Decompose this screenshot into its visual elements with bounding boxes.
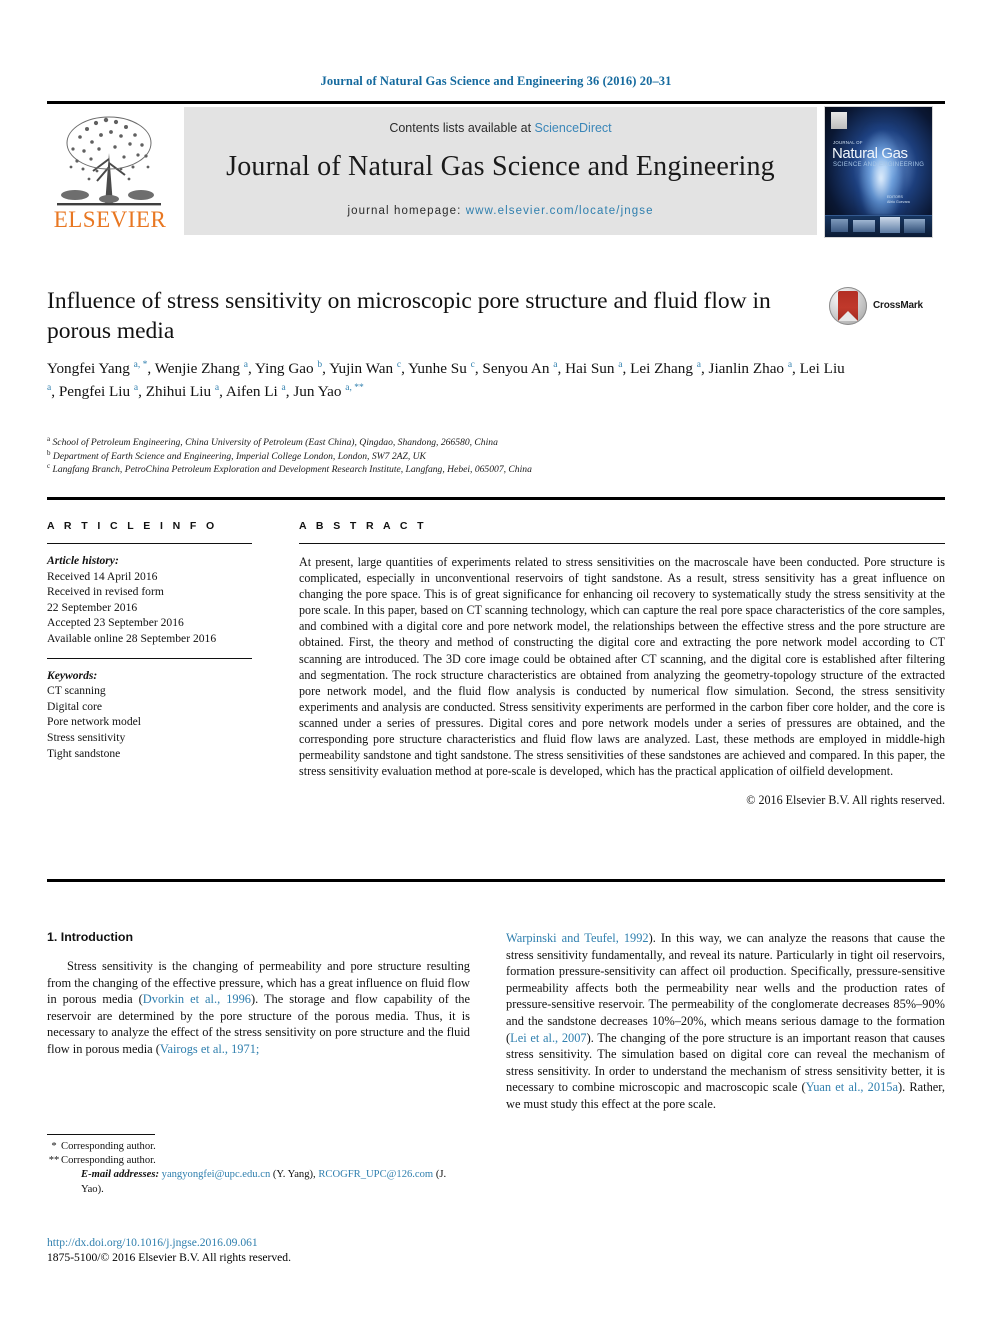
double-asterisk-icon: ** xyxy=(48,1155,60,1167)
title-block: Influence of stress sensitivity on micro… xyxy=(47,286,827,346)
affiliation-item: b Department of Earth Science and Engine… xyxy=(47,448,426,462)
corresponding-author-note-1: * Corresponding author. xyxy=(47,1140,470,1154)
asterisk-icon: * xyxy=(51,1141,57,1152)
abstract-top-rule xyxy=(47,497,945,500)
email-link-2[interactable]: RCOGFR_UPC@126.com xyxy=(318,1169,433,1180)
history-item: Received 14 April 2016 xyxy=(47,569,158,583)
contents-available-line: Contents lists available at ScienceDirec… xyxy=(184,121,817,135)
citation-link[interactable]: Yuan et al., 2015a xyxy=(806,1080,898,1094)
history-item: Accepted 23 September 2016 xyxy=(47,616,184,630)
sciencedirect-link[interactable]: ScienceDirect xyxy=(535,121,612,135)
body-column-right: Warpinski and Teufel, 1992). In this way… xyxy=(506,930,945,1113)
citation-link[interactable]: Warpinski and Teufel, 1992 xyxy=(506,931,649,945)
cover-photo-3 xyxy=(880,217,900,233)
keyword-item: Pore network model xyxy=(47,715,142,729)
keyword-item: CT scanning xyxy=(47,684,106,698)
keywords-label: Keywords: xyxy=(47,668,98,682)
cover-elsevier-mark xyxy=(831,112,847,129)
running-head: Journal of Natural Gas Science and Engin… xyxy=(320,74,672,88)
abstract-text: At present, large quantities of experime… xyxy=(299,555,945,779)
email-addresses-label: E-mail addresses: xyxy=(81,1169,159,1181)
abstract-bottom-rule xyxy=(47,879,945,882)
elsevier-tree-icon xyxy=(57,116,161,206)
affiliation-list: a School of Petroleum Engineering, China… xyxy=(47,434,847,477)
masthead-band: Contents lists available at ScienceDirec… xyxy=(184,107,817,235)
affiliation-marker: c xyxy=(47,461,51,470)
keyword-item: Tight sandstone xyxy=(47,746,121,760)
cover-title: Natural Gas xyxy=(832,145,908,162)
crossmark-badge-group[interactable]: CrossMark xyxy=(829,287,925,327)
crossmark-label: CrossMark xyxy=(873,300,923,311)
introduction-heading: 1. Introduction xyxy=(47,930,134,944)
cover-subtitle: SCIENCE AND ENGINEERING xyxy=(833,162,925,168)
affiliation-item: a School of Petroleum Engineering, China… xyxy=(47,434,498,448)
abstract-heading: A B S T R A C T xyxy=(299,520,427,532)
affiliation-marker: a xyxy=(47,434,51,443)
affiliation-marker: b xyxy=(47,448,51,457)
elsevier-wordmark: ELSEVIER xyxy=(53,207,167,232)
article-page: Journal of Natural Gas Science and Engin… xyxy=(0,0,992,1323)
masthead-top-rule xyxy=(47,101,945,104)
history-item: Available online 28 September 2016 xyxy=(47,631,217,645)
article-info-column: A R T I C L E I N F O Article history: R… xyxy=(47,520,252,761)
footnote-rule xyxy=(47,1134,155,1135)
abstract-column: A B S T R A C T At present, large quanti… xyxy=(299,520,945,808)
article-history-block: Article history: Received 14 April 2016 … xyxy=(47,553,252,647)
corresponding-author-note-2: ** Corresponding author. xyxy=(47,1154,470,1168)
article-info-heading: A R T I C L E I N F O xyxy=(47,520,218,532)
author-list: Yongfei Yang a, *, Wenjie Zhang a, Ying … xyxy=(47,359,845,400)
email-owner-1: (Y. Yang), xyxy=(272,1169,316,1181)
homepage-url-link[interactable]: www.elsevier.com/locate/jngse xyxy=(466,205,654,217)
keywords-rule xyxy=(47,657,252,659)
abstract-copyright: © 2016 Elsevier B.V. All rights reserved… xyxy=(746,793,945,808)
footnote-block: * Corresponding author. ** Corresponding a… xyxy=(47,1140,470,1197)
introduction-paragraph-right: Warpinski and Teufel, 1992). In this way… xyxy=(506,931,945,1111)
history-item: Received in revised form xyxy=(47,585,164,599)
page-title: Influence of stress sensitivity on micro… xyxy=(47,288,771,344)
citation-link[interactable]: Dvorkin et al., 1996 xyxy=(143,992,251,1006)
journal-cover-thumbnail: JOURNAL OF Natural Gas SCIENCE AND ENGIN… xyxy=(824,106,933,238)
keyword-item: Stress sensitivity xyxy=(47,730,126,744)
article-info-rule xyxy=(47,543,252,544)
elsevier-logo: ELSEVIER xyxy=(47,107,173,235)
cover-editor-line: EDITORS Alirio Guevara xyxy=(887,195,910,204)
crossmark-notch-shape xyxy=(838,311,858,321)
history-item: 22 September 2016 xyxy=(47,600,138,614)
citation-link[interactable]: Vairogs et al., 1971; xyxy=(160,1042,259,1056)
cover-photo-4 xyxy=(904,219,925,233)
email-link-1[interactable]: yangyongfei@upc.edu.cn xyxy=(162,1169,271,1180)
issn-copyright-line: 1875-5100/© 2016 Elsevier B.V. All right… xyxy=(47,1251,291,1265)
cover-photo-1 xyxy=(831,219,848,232)
email-addresses-note: E-mail addresses: yangyongfei@upc.edu.cn… xyxy=(47,1168,470,1196)
keywords-block: Keywords: CT scanning Digital core Pore … xyxy=(47,668,252,762)
doi-link[interactable]: http://dx.doi.org/10.1016/j.jngse.2016.0… xyxy=(47,1235,470,1250)
homepage-prefix: journal homepage: xyxy=(347,205,466,217)
keyword-item: Digital core xyxy=(47,699,103,713)
abstract-rule xyxy=(299,543,945,544)
citation-link[interactable]: Lei et al., 2007 xyxy=(510,1031,587,1045)
article-history-label: Article history: xyxy=(47,554,119,567)
introduction-paragraph-left: Stress sensitivity is the changing of pe… xyxy=(47,959,470,1056)
journal-masthead: ELSEVIER Contents lists available at Sci… xyxy=(47,101,945,238)
affiliation-item: c Langfang Branch, PetroChina Petroleum … xyxy=(47,461,532,475)
body-column-left: 1. Introduction Stress sensitivity is th… xyxy=(47,930,470,1058)
doi-block: http://dx.doi.org/10.1016/j.jngse.2016.0… xyxy=(47,1235,470,1265)
cover-photo-2 xyxy=(853,220,875,232)
journal-title: Journal of Natural Gas Science and Engin… xyxy=(226,151,775,182)
journal-homepage-line: journal homepage: www.elsevier.com/locat… xyxy=(184,205,817,217)
crossmark-icon xyxy=(829,287,867,325)
contents-prefix: Contents lists available at xyxy=(389,121,535,135)
